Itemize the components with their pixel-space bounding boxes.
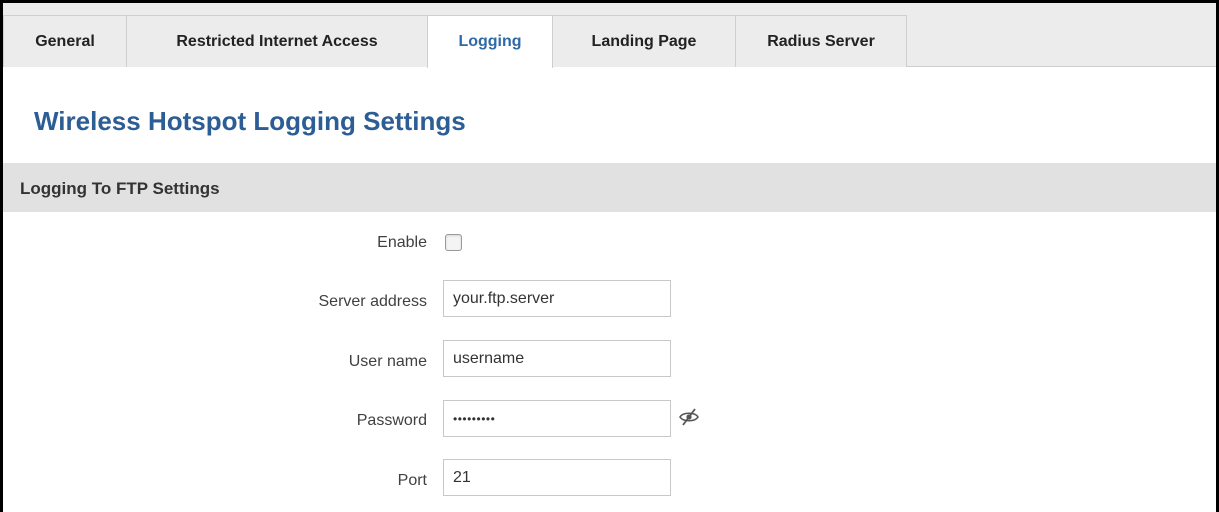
password-input[interactable]: ••••••••• [443,400,671,437]
page-frame: General Restricted Internet Access Loggi… [0,0,1219,512]
tab-landing-page[interactable]: Landing Page [552,15,736,67]
user-name-value: username [453,349,525,367]
port-input[interactable]: 21 [443,459,671,496]
password-label: Password [356,412,427,429]
tab-restricted-internet-access[interactable]: Restricted Internet Access [126,15,428,67]
port-value: 21 [453,468,471,486]
tab-general[interactable]: General [3,15,127,67]
section-title: Logging To FTP Settings [20,179,220,198]
tab-bar: General Restricted Internet Access Loggi… [3,3,1216,68]
enable-label: Enable [377,234,427,251]
eye-slash-icon[interactable] [678,407,700,427]
user-name-input[interactable]: username [443,340,671,377]
page-title: Wireless Hotspot Logging Settings [34,106,466,136]
user-name-label: User name [348,353,427,370]
tab-radius-server[interactable]: Radius Server [735,15,907,67]
section-header: Logging To FTP Settings [3,163,1216,212]
port-label: Port [397,472,427,489]
tab-logging[interactable]: Logging [427,15,553,68]
enable-checkbox[interactable] [445,234,462,251]
server-address-label: Server address [318,293,428,310]
server-address-value: your.ftp.server [453,289,555,307]
password-value: ••••••••• [453,411,496,426]
server-address-input[interactable]: your.ftp.server [443,280,671,317]
